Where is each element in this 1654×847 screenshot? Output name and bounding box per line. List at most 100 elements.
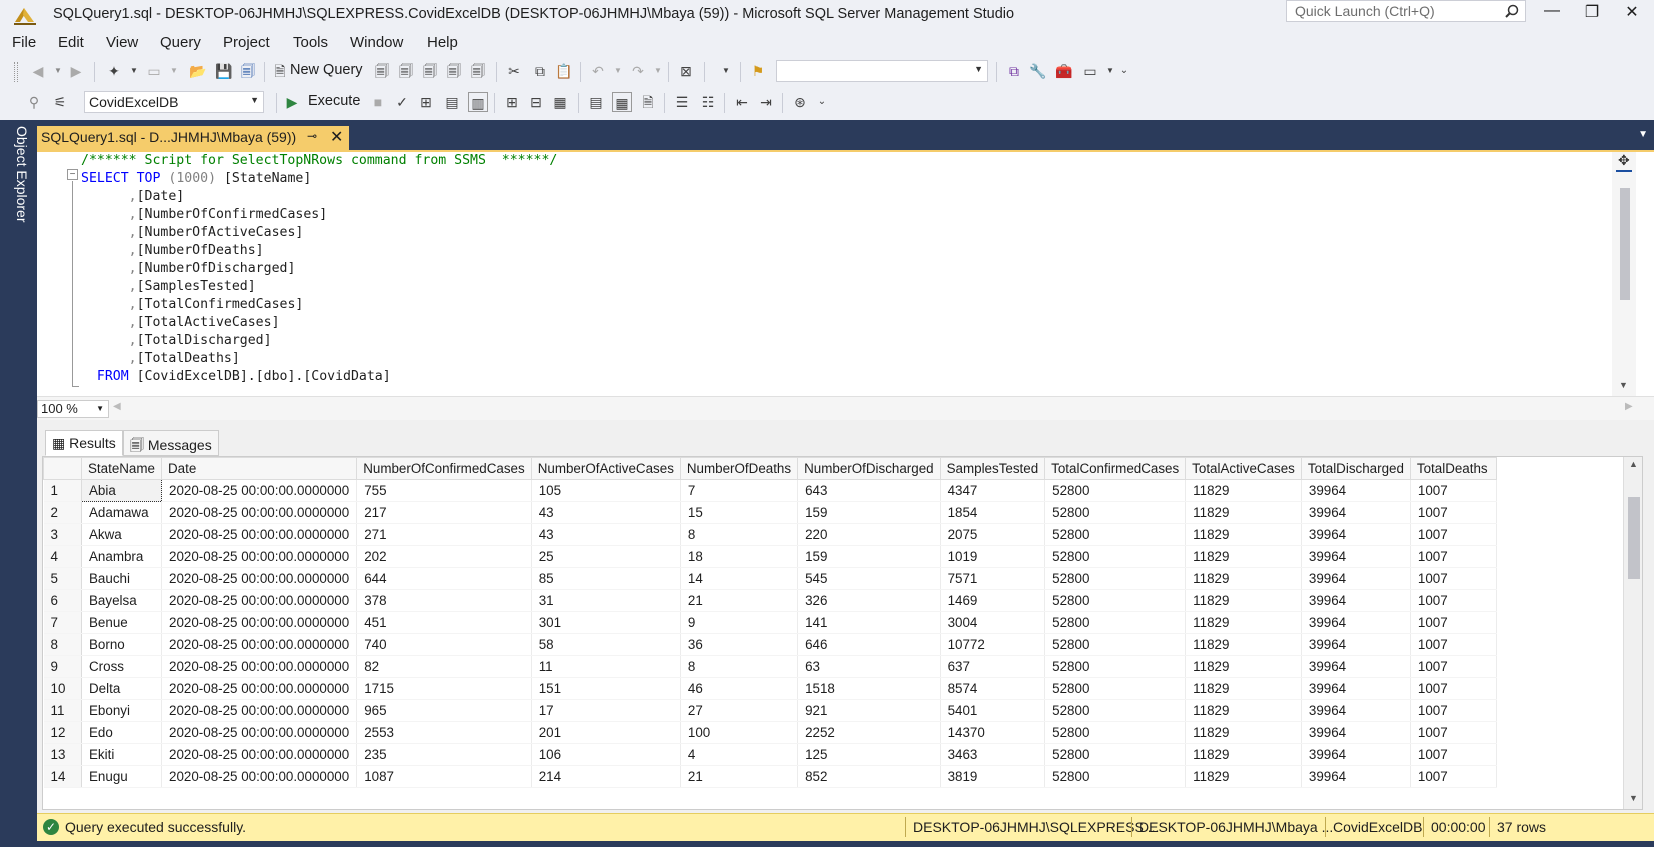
table-row[interactable]: 3 Akwa 2020-08-25 00:00:00.0000000 271 43 8 22… bbox=[43, 523, 1497, 546]
grid-cell[interactable]: 11829 bbox=[1185, 501, 1302, 524]
zoom-select[interactable]: 100 % ▼ bbox=[37, 400, 109, 418]
grid-cell[interactable]: 2252 bbox=[797, 721, 941, 744]
grid-cell[interactable]: 643 bbox=[797, 479, 941, 502]
table-row[interactable]: 13 Ekiti 2020-08-25 00:00:00.0000000 235 106… bbox=[43, 743, 1497, 766]
grid-cell[interactable]: 235 bbox=[356, 743, 532, 766]
command-window-icon[interactable]: ▭ bbox=[1080, 61, 1100, 81]
grid-cell[interactable]: 921 bbox=[797, 699, 941, 722]
grid-cell[interactable]: 646 bbox=[797, 633, 941, 656]
grid-cell[interactable]: Abia bbox=[81, 479, 162, 502]
grid-cell[interactable]: 2020-08-25 00:00:00.0000000 bbox=[161, 655, 358, 678]
grid-cell[interactable]: 105 bbox=[531, 479, 681, 502]
new-project-icon[interactable]: ✦ bbox=[104, 61, 124, 81]
grid-cell[interactable]: 2020-08-25 00:00:00.0000000 bbox=[161, 501, 358, 524]
grid-cell[interactable]: 18 bbox=[680, 545, 799, 568]
grid-cell[interactable]: 36 bbox=[680, 633, 799, 656]
table-row[interactable]: 6 Bayelsa 2020-08-25 00:00:00.0000000 378 31… bbox=[43, 589, 1497, 612]
corner-cell[interactable] bbox=[43, 457, 82, 480]
row-number[interactable]: 10 bbox=[43, 677, 82, 700]
execute-button[interactable]: Execute bbox=[308, 93, 360, 109]
restore-button[interactable]: ❐ bbox=[1572, 2, 1612, 26]
grid-cell[interactable]: 141 bbox=[797, 611, 941, 634]
grid-cell[interactable]: Benue bbox=[81, 611, 162, 634]
grid-cell[interactable]: 1518 bbox=[797, 677, 941, 700]
row-number[interactable]: 3 bbox=[43, 523, 82, 546]
close-tab-icon[interactable]: ✕ bbox=[330, 127, 343, 147]
grid-cell[interactable]: 965 bbox=[356, 699, 532, 722]
toolbar-overflow-icon[interactable]: ⌄ bbox=[812, 92, 832, 112]
grid-cell[interactable]: 52800 bbox=[1044, 633, 1187, 656]
table-row[interactable]: 4 Anambra 2020-08-25 00:00:00.0000000 202 25… bbox=[43, 545, 1497, 568]
new-query-button[interactable]: New Query bbox=[290, 62, 363, 78]
scroll-down-icon[interactable]: ▼ bbox=[1619, 380, 1628, 390]
grid-cell[interactable]: 39964 bbox=[1301, 721, 1411, 744]
redo-dropdown-icon[interactable]: ▼ bbox=[648, 61, 668, 81]
grid-cell[interactable]: 11829 bbox=[1185, 567, 1302, 590]
client-statistics-icon[interactable]: ▦ bbox=[550, 92, 570, 112]
grid-cell[interactable]: 11829 bbox=[1185, 523, 1302, 546]
mdx-query-icon[interactable]: 🗐 bbox=[396, 61, 416, 81]
find-combo[interactable]: ▼ bbox=[776, 60, 988, 82]
grid-cell[interactable]: Borno bbox=[81, 633, 162, 656]
grid-cell[interactable]: 545 bbox=[797, 567, 941, 590]
menu-window[interactable]: Window bbox=[350, 34, 403, 51]
grid-cell[interactable]: 4347 bbox=[940, 479, 1046, 502]
grid-cell[interactable]: 2020-08-25 00:00:00.0000000 bbox=[161, 721, 358, 744]
grid-cell[interactable]: 39964 bbox=[1301, 743, 1411, 766]
grid-cell[interactable]: 39964 bbox=[1301, 765, 1411, 788]
grid-cell[interactable]: 25 bbox=[531, 545, 681, 568]
grid-cell[interactable]: 1007 bbox=[1410, 523, 1497, 546]
grid-cell[interactable]: 106 bbox=[531, 743, 681, 766]
specify-template-values-icon[interactable]: ⊛ bbox=[790, 92, 810, 112]
cut-icon[interactable]: ✂ bbox=[504, 61, 524, 81]
grid-cell[interactable]: 159 bbox=[797, 501, 941, 524]
copy-icon[interactable]: ⧉ bbox=[530, 61, 550, 81]
grid-cell[interactable]: 1007 bbox=[1410, 545, 1497, 568]
results-grid[interactable]: StateName Date NumberOfConfirmedCases Nu… bbox=[42, 456, 1643, 810]
grid-cell[interactable]: 39964 bbox=[1301, 611, 1411, 634]
grid-cell[interactable]: 14370 bbox=[940, 721, 1046, 744]
grid-cell[interactable]: 151 bbox=[531, 677, 681, 700]
increase-indent-icon[interactable]: ⇥ bbox=[756, 92, 776, 112]
grid-cell[interactable]: 1007 bbox=[1410, 743, 1497, 766]
grid-cell[interactable]: 2020-08-25 00:00:00.0000000 bbox=[161, 699, 358, 722]
row-number[interactable]: 12 bbox=[43, 721, 82, 744]
save-all-icon[interactable]: 🗐 bbox=[238, 61, 258, 81]
table-row[interactable]: 1 Abia 2020-08-25 00:00:00.0000000 755 105 7 6… bbox=[43, 479, 1497, 502]
grid-cell[interactable]: 1007 bbox=[1410, 567, 1497, 590]
toolbar-overflow-icon[interactable]: ⌄ bbox=[1114, 61, 1134, 81]
grid-cell[interactable]: 2020-08-25 00:00:00.0000000 bbox=[161, 545, 358, 568]
find-in-files-icon[interactable]: ⚑ bbox=[748, 61, 768, 81]
grid-cell[interactable]: 39964 bbox=[1301, 589, 1411, 612]
grid-cell[interactable]: 52800 bbox=[1044, 523, 1187, 546]
minimize-button[interactable]: — bbox=[1532, 2, 1572, 26]
grid-cell[interactable]: 14 bbox=[680, 567, 799, 590]
column-header[interactable]: TotalDeaths bbox=[1409, 457, 1497, 480]
grid-cell[interactable]: 52800 bbox=[1044, 677, 1187, 700]
grid-cell[interactable]: 8 bbox=[680, 523, 799, 546]
grid-cell[interactable]: 852 bbox=[797, 765, 941, 788]
grid-cell[interactable]: 39964 bbox=[1301, 479, 1411, 502]
column-header[interactable]: StateName bbox=[81, 457, 162, 480]
grid-cell[interactable]: 52800 bbox=[1044, 501, 1187, 524]
grid-cell[interactable]: 82 bbox=[356, 655, 532, 678]
grid-cell[interactable]: Akwa bbox=[81, 523, 162, 546]
grid-cell[interactable]: 740 bbox=[356, 633, 532, 656]
column-header[interactable]: NumberOfDeaths bbox=[679, 457, 799, 480]
column-header[interactable]: TotalDischarged bbox=[1300, 457, 1411, 480]
grid-cell[interactable]: 1007 bbox=[1410, 479, 1497, 502]
grid-cell[interactable]: 271 bbox=[356, 523, 532, 546]
quick-launch-input[interactable]: Quick Launch (Ctrl+Q) bbox=[1286, 0, 1526, 22]
grid-cell[interactable]: 1007 bbox=[1410, 721, 1497, 744]
redo-icon[interactable]: ↷ bbox=[628, 61, 648, 81]
live-query-stats-icon[interactable]: ⊟ bbox=[526, 92, 546, 112]
grid-cell[interactable]: 46 bbox=[680, 677, 799, 700]
grid-cell[interactable]: 3463 bbox=[940, 743, 1046, 766]
split-window-icon[interactable]: ✥ bbox=[1618, 152, 1630, 169]
add-item-icon[interactable]: ▭ bbox=[144, 61, 164, 81]
row-number[interactable]: 5 bbox=[43, 567, 82, 590]
grid-cell[interactable]: 11829 bbox=[1185, 633, 1302, 656]
grid-cell[interactable]: 11829 bbox=[1185, 589, 1302, 612]
grid-cell[interactable]: 1007 bbox=[1410, 633, 1497, 656]
database-engine-query-icon[interactable]: 🗐 bbox=[372, 61, 392, 81]
